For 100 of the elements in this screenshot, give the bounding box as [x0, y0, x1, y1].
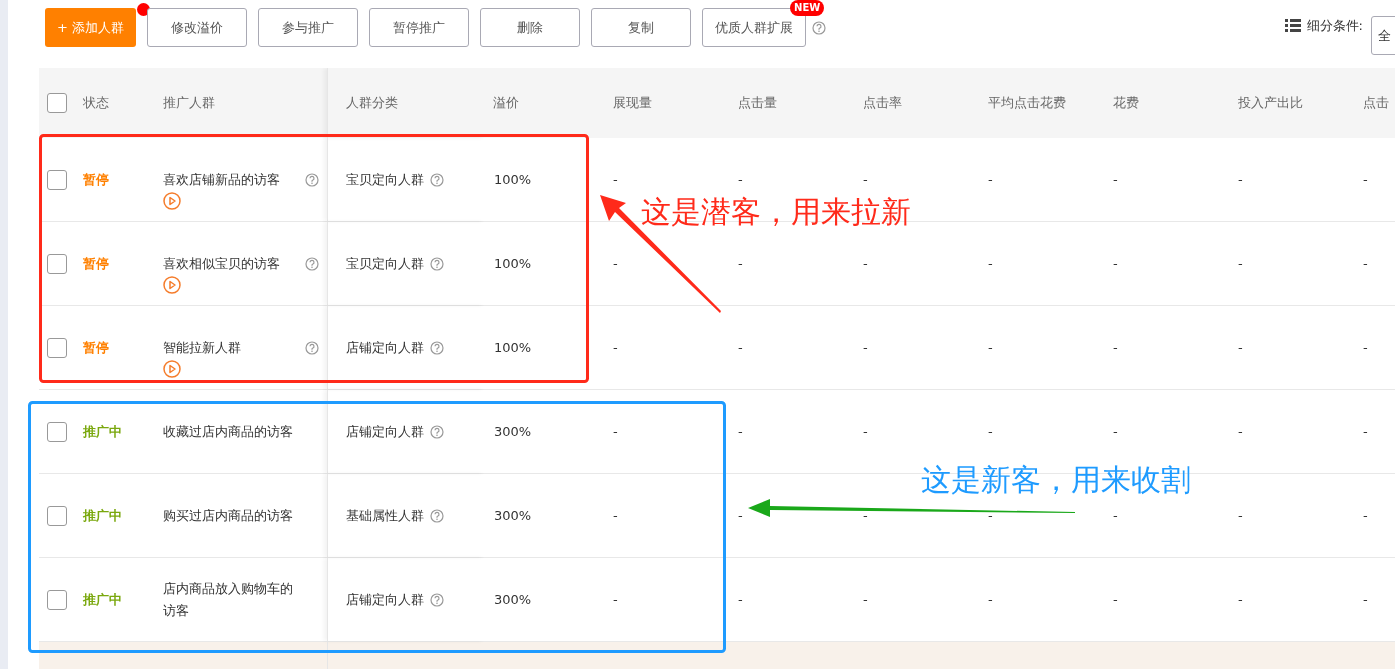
metric-value: -: [863, 339, 868, 355]
metric-value: -: [1363, 255, 1368, 271]
column-header: 人群分类: [346, 94, 398, 113]
column-header: 点击: [1363, 94, 1389, 113]
metric-value: -: [1113, 423, 1118, 439]
column-header: 展现量: [613, 94, 652, 113]
help-icon[interactable]: [430, 340, 444, 355]
metric-value: -: [988, 507, 993, 523]
metric-value: -: [1113, 507, 1118, 523]
category-text: 基础属性人群: [346, 506, 424, 525]
column-header: 点击率: [863, 94, 902, 113]
play-icon[interactable]: [163, 192, 181, 210]
metric-value: -: [1363, 591, 1368, 607]
column-header: 投入产出比: [1238, 94, 1303, 113]
audience-name: 智能拉新人群: [163, 339, 242, 357]
metric-value: -: [738, 507, 743, 523]
metric-value: -: [613, 255, 618, 271]
row-checkbox[interactable]: [47, 253, 67, 274]
metric-value: -: [1238, 423, 1243, 439]
metric-value: -: [1113, 255, 1118, 271]
metric-value: -: [863, 591, 868, 607]
toolbar-button[interactable]: 删除: [480, 8, 581, 47]
metric-value: -: [988, 339, 993, 355]
category-text: 店铺定向人群: [346, 422, 424, 441]
toolbar-button[interactable]: 复制: [591, 8, 692, 47]
premium-value: 300%: [494, 591, 532, 607]
toolbar-button[interactable]: 修改溢价: [147, 8, 248, 47]
category-text: 店铺定向人群: [346, 590, 424, 609]
select-all-checkbox[interactable]: [47, 93, 67, 113]
metric-value: -: [863, 171, 868, 187]
column-header: 推广人群: [163, 94, 215, 113]
status-text: 暂停: [83, 339, 109, 355]
audience-name: 收藏过店内商品的访客: [163, 422, 294, 441]
status-text: 暂停: [83, 171, 109, 187]
metric-value: -: [738, 591, 743, 607]
premium-value: 100%: [494, 255, 532, 271]
metric-value: -: [1238, 591, 1243, 607]
row-checkbox[interactable]: [47, 337, 67, 358]
metric-value: -: [738, 339, 743, 355]
status-text: 推广中: [83, 423, 122, 439]
list-icon: [1284, 19, 1301, 33]
help-icon[interactable]: [812, 20, 827, 35]
help-icon[interactable]: [305, 257, 319, 271]
annotation-text: 这是新客，用来收割: [921, 462, 1191, 498]
metric-value: -: [1238, 255, 1243, 271]
play-icon[interactable]: [163, 360, 181, 378]
row-checkbox[interactable]: [47, 589, 67, 610]
metric-value: -: [1363, 507, 1368, 523]
metric-value: -: [738, 171, 743, 187]
metric-value: -: [1238, 171, 1243, 187]
metric-value: -: [613, 423, 618, 439]
metric-value: -: [1363, 171, 1368, 187]
column-header: 状态: [83, 94, 109, 113]
annotation-text: 这是潜客，用来拉新: [641, 194, 911, 230]
new-badge: NEW: [790, 0, 825, 16]
toolbar-button[interactable]: 暂停推广: [369, 8, 470, 47]
metric-value: -: [1113, 339, 1118, 355]
column-header: 点击量: [738, 94, 777, 113]
play-icon[interactable]: [163, 276, 181, 294]
metric-value: -: [1113, 171, 1118, 187]
row-checkbox[interactable]: [47, 169, 67, 190]
metric-value: -: [1363, 339, 1368, 355]
help-icon[interactable]: [430, 256, 444, 271]
metric-value: -: [988, 171, 993, 187]
help-icon[interactable]: [305, 341, 319, 355]
metric-value: -: [988, 591, 993, 607]
audience-name: 店内商品放入购物车的访客: [163, 579, 294, 620]
status-text: 推广中: [83, 591, 122, 607]
column-header: 花费: [1113, 94, 1139, 113]
filter-label: 细分条件:: [1306, 17, 1363, 35]
category-text: 宝贝定向人群: [346, 170, 424, 189]
metric-value: -: [863, 507, 868, 523]
metric-value: -: [988, 423, 993, 439]
metric-value: -: [613, 339, 618, 355]
metric-value: -: [1113, 591, 1118, 607]
filter-select[interactable]: 全: [1371, 16, 1395, 55]
row-checkbox[interactable]: [47, 421, 67, 442]
status-text: 暂停: [83, 255, 109, 271]
column-header: 平均点击花费: [988, 94, 1066, 113]
category-text: 店铺定向人群: [346, 338, 424, 357]
row-checkbox[interactable]: [47, 505, 67, 526]
category-text: 宝贝定向人群: [346, 254, 424, 273]
help-icon[interactable]: [430, 172, 444, 187]
audience-name: 购买过店内商品的访客: [163, 506, 294, 525]
metric-value: -: [1363, 423, 1368, 439]
metric-value: -: [613, 507, 618, 523]
help-icon[interactable]: [430, 508, 444, 523]
premium-value: 300%: [494, 507, 532, 523]
metric-value: -: [863, 255, 868, 271]
metric-value: -: [1238, 339, 1243, 355]
metric-value: -: [613, 171, 618, 187]
metric-value: -: [613, 591, 618, 607]
help-icon[interactable]: [305, 173, 319, 187]
toolbar-button[interactable]: 参与推广: [258, 8, 359, 47]
audience-name: 喜欢店铺新品的访客: [163, 171, 281, 189]
premium-value: 100%: [494, 171, 532, 187]
help-icon[interactable]: [430, 592, 444, 607]
help-icon[interactable]: [430, 424, 444, 439]
metric-value: -: [863, 423, 868, 439]
metric-value: -: [1238, 507, 1243, 523]
